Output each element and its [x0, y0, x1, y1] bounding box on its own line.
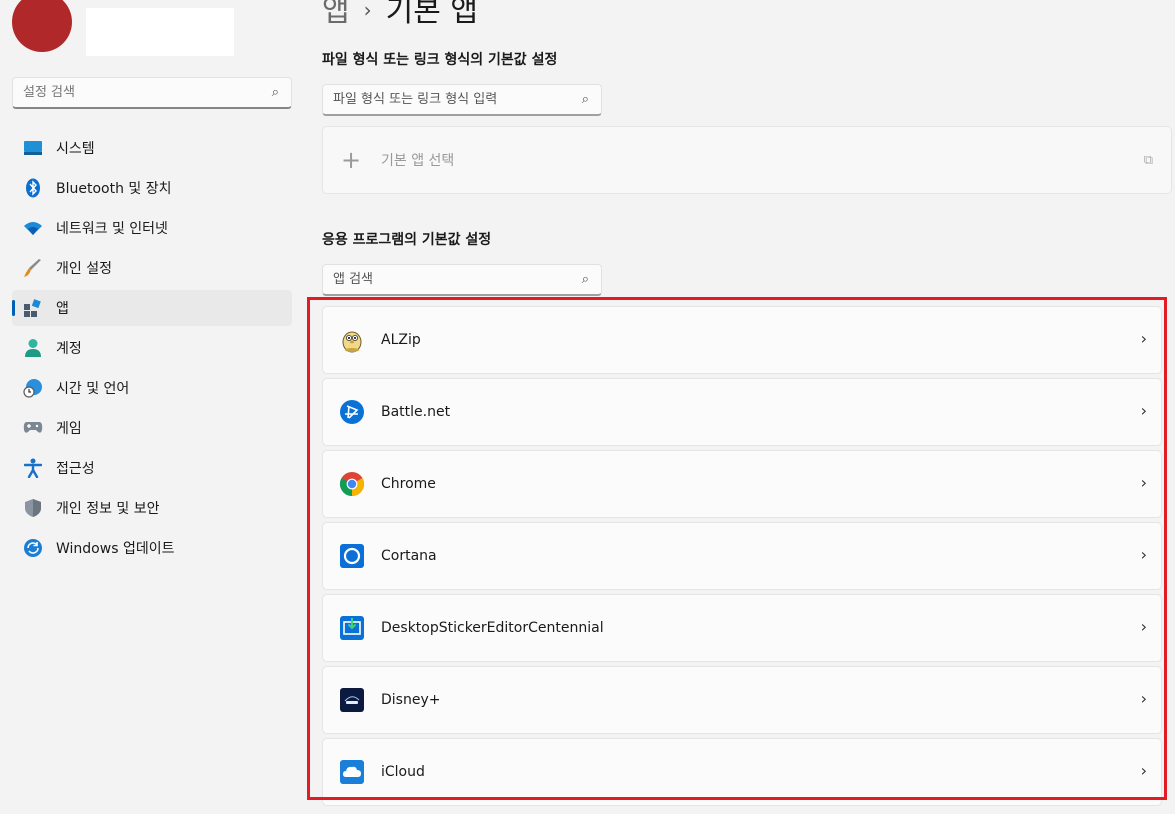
cortana-icon — [339, 543, 365, 569]
sidebar-item-network[interactable]: 네트워크 및 인터넷 — [12, 210, 292, 246]
app-name: Battle.net — [381, 404, 451, 420]
choose-default-app-card[interactable]: + 기본 앱 선택 ⧉ — [322, 126, 1172, 194]
breadcrumb-separator: › — [363, 0, 372, 22]
app-row-alzip[interactable]: ALZip › — [322, 306, 1162, 374]
sidebar-item-label: 시간 및 언어 — [56, 381, 130, 397]
app-row-battlenet[interactable]: Battle.net › — [322, 378, 1162, 446]
app-row-disney-plus[interactable]: Disney+ › — [322, 666, 1162, 734]
system-icon — [22, 137, 44, 159]
sidebar: ⌕ 시스템 Bluetooth 및 장치 네트워크 및 인터넷 개인 설정 — [0, 0, 305, 814]
sidebar-item-bluetooth[interactable]: Bluetooth 및 장치 — [12, 170, 292, 206]
battlenet-icon — [339, 399, 365, 425]
chevron-right-icon: › — [1140, 761, 1147, 780]
app-name: ALZip — [381, 332, 421, 348]
file-type-search-box[interactable]: ⌕ — [322, 84, 602, 116]
app-search-input[interactable] — [323, 265, 563, 293]
sidebar-item-label: 계정 — [56, 341, 82, 357]
account-icon — [22, 337, 44, 359]
sidebar-item-label: 접근성 — [56, 461, 95, 477]
sidebar-item-label: 네트워크 및 인터넷 — [56, 221, 168, 237]
disney-icon — [339, 687, 365, 713]
user-name-redacted — [86, 8, 234, 56]
plus-icon: + — [341, 146, 362, 174]
globe-clock-icon — [22, 377, 44, 399]
app-row-desktop-sticker-editor[interactable]: DesktopStickerEditorCentennial › — [322, 594, 1162, 662]
sidebar-item-label: 앱 — [56, 301, 69, 317]
app-row-cortana[interactable]: Cortana › — [322, 522, 1162, 590]
gamepad-icon — [22, 417, 44, 439]
sidebar-item-time-language[interactable]: 시간 및 언어 — [12, 370, 292, 406]
chrome-icon — [339, 471, 365, 497]
settings-search-box[interactable]: ⌕ — [12, 77, 292, 109]
sidebar-item-accessibility[interactable]: 접근성 — [12, 450, 292, 486]
file-type-search-input[interactable] — [323, 85, 563, 113]
sidebar-item-gaming[interactable]: 게임 — [12, 410, 292, 446]
sidebar-item-personalization[interactable]: 개인 설정 — [12, 250, 292, 286]
bluetooth-icon — [22, 177, 44, 199]
sidebar-item-label: 개인 정보 및 보안 — [56, 501, 160, 517]
avatar[interactable] — [12, 0, 72, 52]
accessibility-icon — [22, 457, 44, 479]
apps-icon — [22, 297, 44, 319]
chevron-right-icon: › — [1140, 617, 1147, 636]
sidebar-item-label: Bluetooth 및 장치 — [56, 181, 172, 197]
sidebar-item-windows-update[interactable]: Windows 업데이트 — [12, 530, 292, 566]
app-name: Disney+ — [381, 692, 441, 708]
open-external-icon: ⧉ — [1143, 153, 1153, 168]
wifi-icon — [22, 217, 44, 239]
app-search-box[interactable]: ⌕ — [322, 264, 602, 296]
page-title: 기본 앱 — [385, 0, 478, 29]
choose-default-app-label: 기본 앱 선택 — [381, 153, 455, 169]
breadcrumb: 앱 › 기본 앱 — [322, 0, 478, 30]
main-content: 앱 › 기본 앱 파일 형식 또는 링크 형식의 기본값 설정 ⌕ + 기본 앱 선… — [322, 0, 1175, 814]
app-name: DesktopStickerEditorCentennial — [381, 620, 604, 636]
sidebar-item-accounts[interactable]: 계정 — [12, 330, 292, 366]
sidebar-item-privacy[interactable]: 개인 정보 및 보안 — [12, 490, 292, 526]
chevron-right-icon: › — [1140, 689, 1147, 708]
chevron-right-icon: › — [1140, 329, 1147, 348]
search-icon[interactable]: ⌕ — [272, 85, 279, 100]
sidebar-item-label: 게임 — [56, 421, 82, 437]
shield-icon — [22, 497, 44, 519]
sidebar-item-label: Windows 업데이트 — [56, 541, 175, 557]
app-list: ALZip › Battle.net › Chrome › Cortana › — [322, 306, 1162, 810]
app-row-icloud[interactable]: iCloud › — [322, 738, 1162, 806]
nav-menu: 시스템 Bluetooth 및 장치 네트워크 및 인터넷 개인 설정 앱 계정… — [12, 130, 292, 570]
app-row-chrome[interactable]: Chrome › — [322, 450, 1162, 518]
chevron-right-icon: › — [1140, 401, 1147, 420]
alzip-icon — [339, 327, 365, 353]
icloud-icon — [339, 759, 365, 785]
app-defaults-section-title: 응용 프로그램의 기본값 설정 — [322, 232, 492, 248]
sidebar-item-label: 시스템 — [56, 141, 95, 157]
settings-search-input[interactable] — [13, 78, 253, 106]
sidebar-item-label: 개인 설정 — [56, 261, 112, 277]
brush-icon — [22, 257, 44, 279]
breadcrumb-apps-link[interactable]: 앱 — [322, 0, 350, 29]
app-name: iCloud — [381, 764, 425, 780]
file-type-section-title: 파일 형식 또는 링크 형식의 기본값 설정 — [322, 52, 558, 68]
sidebar-item-apps[interactable]: 앱 — [12, 290, 292, 326]
search-icon[interactable]: ⌕ — [582, 272, 589, 287]
app-name: Cortana — [381, 548, 437, 564]
chevron-right-icon: › — [1140, 545, 1147, 564]
chevron-right-icon: › — [1140, 473, 1147, 492]
sticker-editor-icon — [339, 615, 365, 641]
update-icon — [22, 537, 44, 559]
sidebar-item-system[interactable]: 시스템 — [12, 130, 292, 166]
app-name: Chrome — [381, 476, 436, 492]
search-icon[interactable]: ⌕ — [582, 92, 589, 107]
